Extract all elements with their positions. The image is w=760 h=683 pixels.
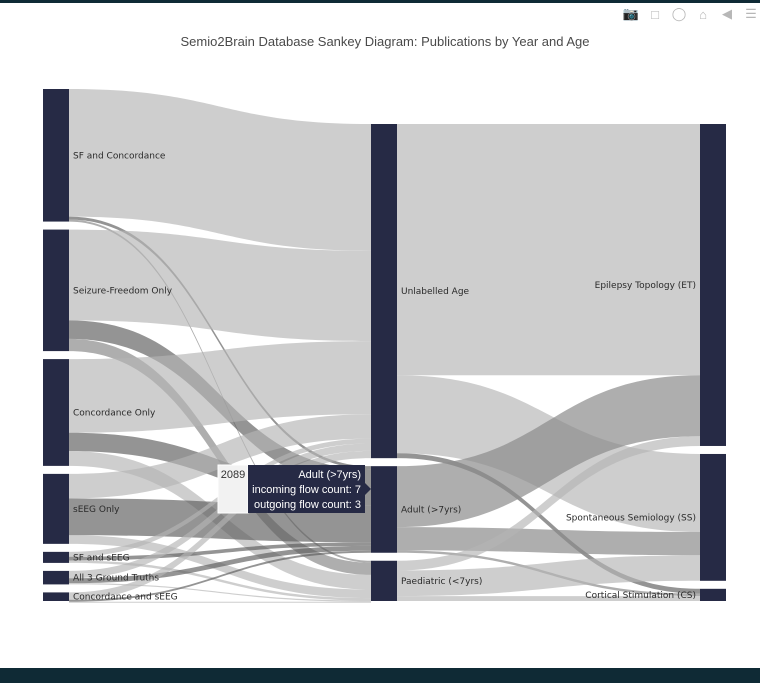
node-label: All 3 Ground Truths [73, 574, 159, 584]
node-epilepsy-topology-et-[interactable] [700, 124, 726, 446]
node-paediatric-7yrs-[interactable] [371, 560, 397, 601]
node-cortical-stimulation-cs-[interactable] [700, 588, 726, 601]
tooltip-incoming: incoming flow count: 7 [252, 484, 361, 496]
node-seizure-freedom-only[interactable] [43, 229, 69, 352]
node-label: Spontaneous Semiology (SS) [566, 513, 696, 523]
node-concordance-and-seeg[interactable] [43, 592, 69, 601]
tooltip-value: 2089 [221, 469, 245, 481]
bottom-bar [0, 668, 760, 683]
node-label: sEEG Only [73, 505, 120, 515]
tooltip-outgoing: outgoing flow count: 3 [254, 499, 361, 511]
node-sf-and-concordance[interactable] [43, 89, 69, 222]
node-all-3-ground-truths[interactable] [43, 570, 69, 585]
node-label: Epilepsy Topology (ET) [595, 281, 696, 291]
sankey-chart[interactable]: Semio2Brain Database Sankey Diagram: Pub… [0, 0, 760, 683]
link-21[interactable] [397, 124, 700, 376]
node-label: Concordance and sEEG [73, 593, 178, 603]
chart-title: Semio2Brain Database Sankey Diagram: Pub… [180, 34, 589, 49]
node-label: Unlabelled Age [401, 287, 470, 297]
tooltip-title: Adult (>7yrs) [298, 469, 361, 481]
link-25[interactable] [397, 527, 700, 556]
node-concordance-only[interactable] [43, 359, 69, 466]
node-label: Concordance Only [73, 408, 156, 418]
node-unlabelled-age[interactable] [371, 124, 397, 459]
node-spontaneous-semiology-ss-[interactable] [700, 453, 726, 581]
node-label: SF and Concordance [73, 151, 166, 161]
node-sf-and-seeg[interactable] [43, 551, 69, 563]
node-seeg-only[interactable] [43, 473, 69, 544]
node-adult-7yrs-[interactable] [371, 466, 397, 553]
node-label: Adult (>7yrs) [401, 505, 461, 515]
node-label: Paediatric (<7yrs) [401, 577, 482, 587]
node-label: SF and sEEG [73, 553, 130, 563]
tooltip: 2089 Adult (>7yrs) incoming flow count: … [217, 464, 371, 514]
node-label: Cortical Stimulation (CS) [585, 591, 696, 601]
node-label: Seizure-Freedom Only [73, 286, 173, 296]
